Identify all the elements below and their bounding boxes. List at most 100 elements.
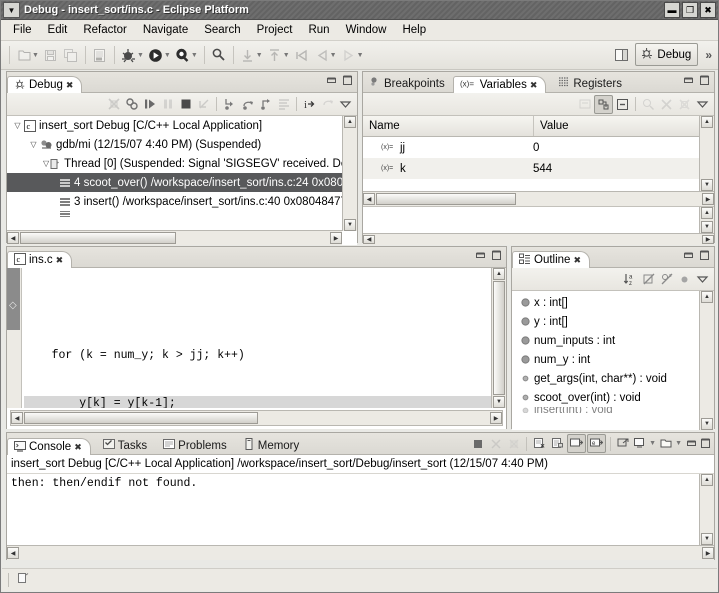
close-icon[interactable]: ✖ [573,255,581,266]
debug-icon[interactable] [119,45,139,65]
scroll-right-icon[interactable]: ▶ [702,193,714,205]
minimize-icon[interactable]: ▬ [664,2,680,18]
remove-all-globals-icon[interactable] [676,96,693,113]
editor-gutter[interactable]: ◇ [7,268,22,408]
scroll-left-icon[interactable]: ◀ [363,193,375,205]
menu-search[interactable]: Search [196,22,248,38]
menu-navigate[interactable]: Navigate [135,22,196,38]
show-console-on-error-icon[interactable]: e [587,434,606,453]
menu-window[interactable]: Window [338,22,395,38]
scroll-thumb[interactable] [20,232,176,244]
outline-item[interactable]: num_y : int [512,350,699,369]
debug-tree-row-selected[interactable]: 4 scoot_over() /workspace/insert_sort/in… [7,173,342,192]
tab-registers[interactable]: Registers [552,75,630,92]
hide-fields-icon[interactable] [640,271,657,288]
disconnect-icon[interactable] [195,96,212,113]
variables-table-vscrollbar[interactable]: ▲ ▼ [699,116,714,191]
collapse-all-icon[interactable] [614,96,631,113]
close-icon[interactable]: ✖ [74,442,82,453]
run-icon[interactable] [146,45,166,65]
close-icon[interactable]: ✖ [700,2,716,18]
maximize-icon[interactable]: ❐ [682,2,698,18]
clear-console-icon[interactable]: ✕ [531,435,548,452]
scroll-up-icon[interactable]: ▲ [493,268,505,280]
scroll-up-icon[interactable]: ▲ [344,116,356,128]
pin-console-icon[interactable] [615,435,632,452]
external-tools-icon[interactable] [173,45,193,65]
maximize-view-icon[interactable] [698,74,711,87]
editor-hscrollbar[interactable]: ◀ ▶ [10,410,503,426]
sort-icon[interactable]: az [622,271,639,288]
table-row[interactable]: (x)= jj 0 [363,137,699,158]
table-row[interactable]: (x)= k 544 [363,158,699,179]
step-into-icon[interactable] [221,96,238,113]
outline-item[interactable]: x : int[] [512,293,699,312]
debug-tree-row[interactable]: 3 insert() /workspace/insert_sort/ins.c:… [7,192,342,211]
scroll-up-icon[interactable]: ▲ [701,116,713,128]
scroll-up-icon[interactable]: ▲ [701,207,713,219]
use-step-filters-icon[interactable] [319,96,336,113]
view-menu-icon[interactable] [337,96,354,113]
outline-item[interactable]: get_args(int, char**) : void [512,369,699,388]
scroll-left-icon[interactable]: ◀ [7,547,19,559]
last-edit-location-icon[interactable] [292,45,312,65]
previous-annotation-icon[interactable] [265,45,285,65]
view-menu-icon[interactable] [694,96,711,113]
outline-item[interactable]: y : int[] [512,312,699,331]
scroll-right-icon[interactable]: ▶ [702,547,714,559]
tab-problems[interactable]: Problems [157,437,235,454]
tab-tasks[interactable]: Tasks [97,437,155,454]
console-hscrollbar[interactable]: ◀ ▶ [7,545,714,560]
scroll-thumb[interactable] [24,412,258,424]
perspective-button-debug[interactable]: Debug [635,43,698,66]
view-menu-icon[interactable] [694,271,711,288]
twisty-open-icon[interactable]: ▽ [27,140,40,149]
column-header-name[interactable]: Name [363,116,533,136]
save-icon[interactable] [41,45,61,65]
outline-item-partial[interactable]: insert(int) : void [512,407,699,413]
scroll-down-icon[interactable]: ▼ [701,179,713,191]
debug-tree-row[interactable]: ▽ gdb/mi (12/15/07 4:40 PM) (Suspended) [7,135,342,154]
editor-vscrollbar[interactable]: ▲ ▼ [491,268,506,408]
search-icon[interactable] [209,45,229,65]
scroll-right-icon[interactable]: ▶ [702,235,714,244]
outline-tree[interactable]: x : int[] y : int[] num_inputs : int num… [512,291,714,430]
console-output[interactable]: then: then/endif not found. [7,474,699,545]
variables-table[interactable]: Name Value (x)= jj 0 [363,116,714,245]
detail-pane-vscrollbar[interactable]: ▲ ▼ [699,207,714,233]
outline-item[interactable]: scoot_over(int) : void [512,388,699,407]
maximize-view-icon[interactable] [490,249,503,262]
maximize-view-icon[interactable] [699,437,712,450]
menu-file[interactable]: File [5,22,40,38]
terminate-icon[interactable] [177,96,194,113]
instruction-stepping-icon[interactable]: i [301,96,318,113]
terminate-icon[interactable] [469,435,486,452]
suspend-icon[interactable] [159,96,176,113]
console-vscrollbar[interactable]: ▲ ▼ [699,474,714,545]
display-selected-console-icon[interactable] [633,435,650,452]
close-icon[interactable]: ✖ [66,80,74,91]
debug-tree-row-partial[interactable] [7,211,342,217]
tab-debug[interactable]: Debug ✖ [7,76,82,93]
remove-launch-icon[interactable] [487,435,504,452]
debug-tree-row[interactable]: ▽ c insert_sort Debug [C/C++ Local Appli… [7,116,342,135]
debug-tree[interactable]: ▽ c insert_sort Debug [C/C++ Local Appli… [7,116,357,245]
debug-tree-hscrollbar[interactable]: ◀ ▶ [7,230,342,245]
open-perspective-icon[interactable] [610,44,632,66]
new-icon[interactable] [14,45,34,65]
scroll-right-icon[interactable]: ▶ [330,232,342,244]
column-header-value[interactable]: Value [533,116,699,136]
scroll-thumb[interactable] [493,281,505,395]
add-global-variables-icon[interactable] [640,96,657,113]
scroll-thumb[interactable] [376,193,516,205]
variable-detail-pane[interactable] [363,207,699,233]
step-over-icon[interactable] [239,96,256,113]
outline-vscrollbar[interactable]: ▲ ▼ [699,291,714,430]
close-icon[interactable]: ✖ [56,255,64,266]
window-menu-icon[interactable]: ▼ [3,2,20,18]
outline-item[interactable]: num_inputs : int [512,331,699,350]
external-tools-dropdown-icon[interactable]: ▼ [191,52,198,59]
remove-global-variables-icon[interactable] [658,96,675,113]
maximize-view-icon[interactable] [698,249,711,262]
scroll-up-icon[interactable]: ▲ [701,474,713,486]
